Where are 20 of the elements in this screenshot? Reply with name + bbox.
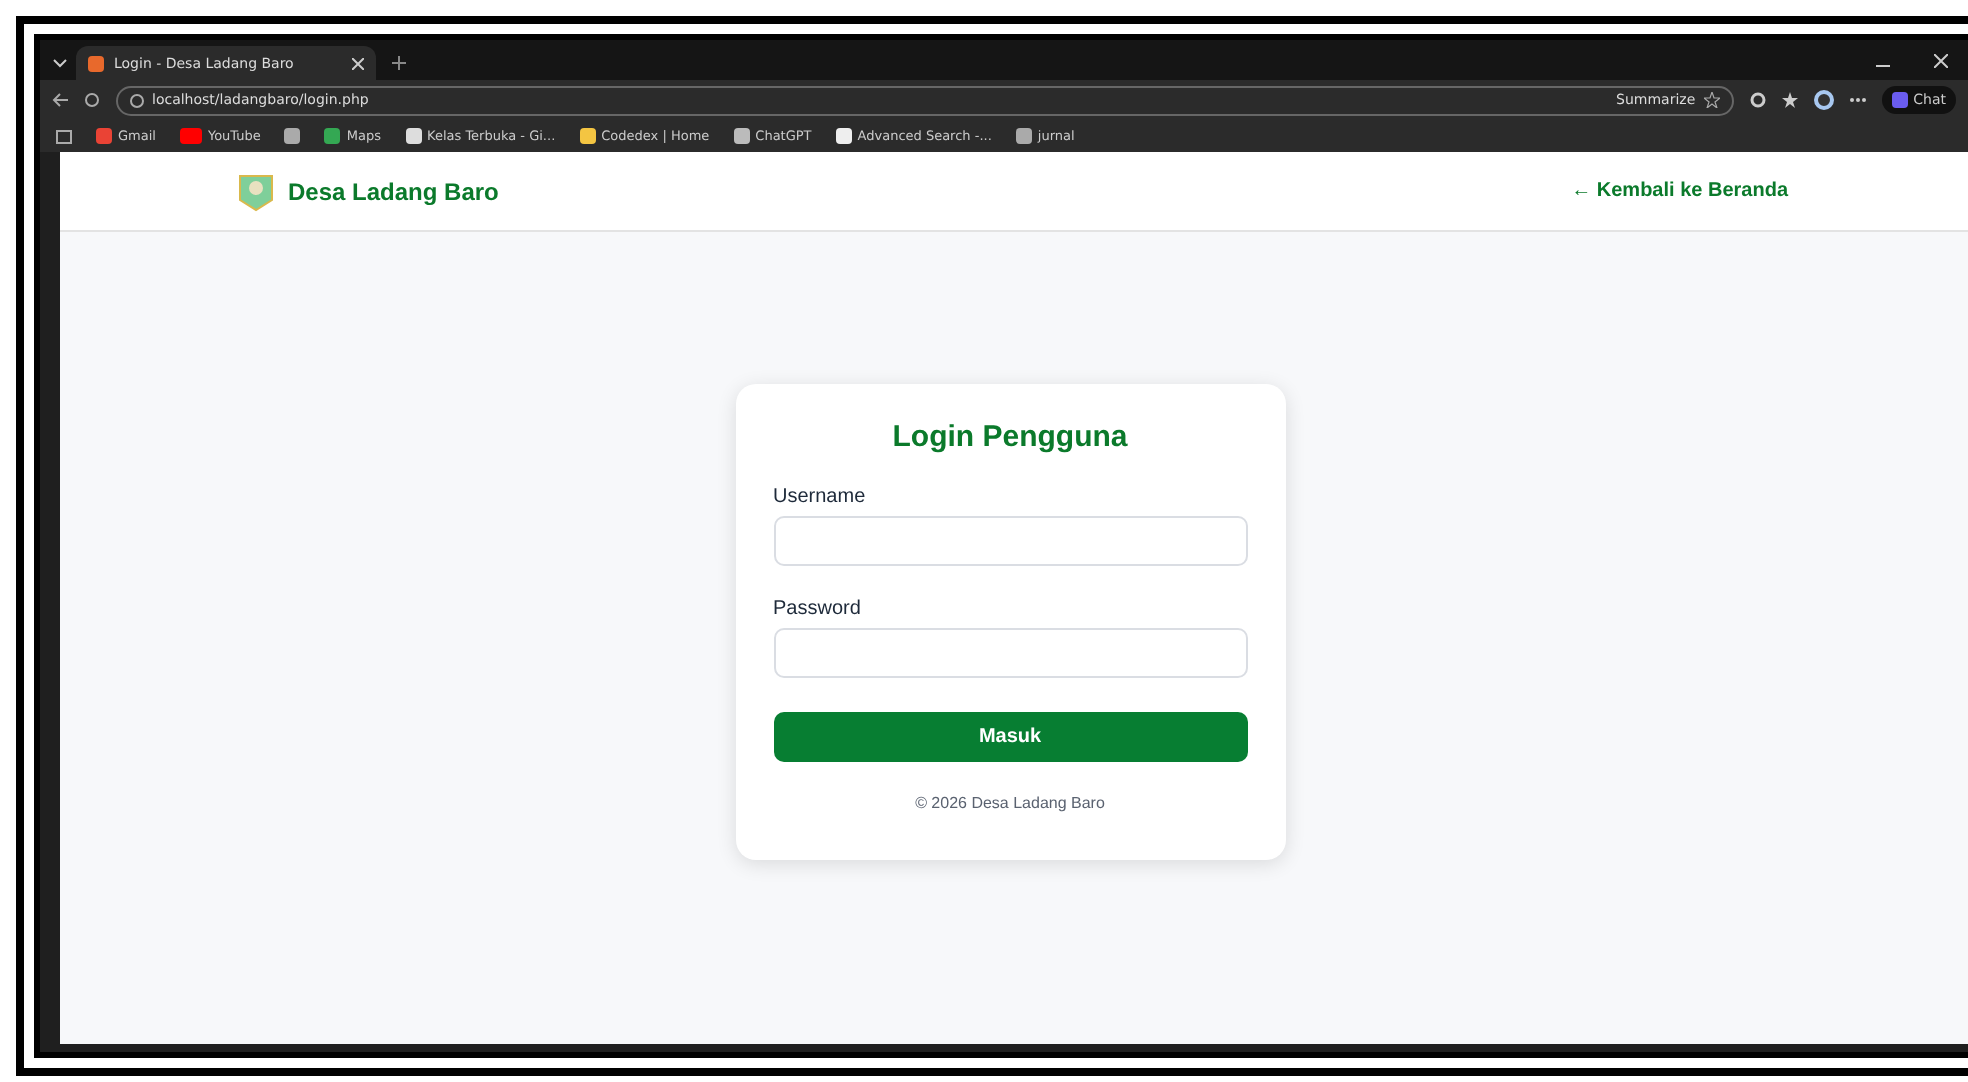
field-label: Password bbox=[773, 598, 863, 620]
plus-icon[interactable] bbox=[392, 56, 406, 70]
village-logo-icon bbox=[236, 171, 276, 211]
input-field[interactable] bbox=[773, 628, 1247, 678]
input-field[interactable] bbox=[773, 516, 1247, 566]
back-arrow-icon[interactable] bbox=[52, 92, 68, 108]
site-brand: Desa Ladang Baro bbox=[288, 177, 499, 205]
favorites-icon[interactable] bbox=[1781, 92, 1798, 108]
copyright-text: © 2026 Desa Ladang Baro bbox=[913, 794, 1107, 812]
field-label: Username bbox=[773, 486, 868, 508]
bookmark[interactable] bbox=[284, 128, 301, 144]
back-home-link[interactable]: ← Kembali ke Beranda bbox=[1571, 180, 1788, 202]
star-icon[interactable] bbox=[1703, 92, 1720, 108]
close-icon[interactable] bbox=[1934, 54, 1948, 68]
login-title: Login Pengguna bbox=[890, 420, 1130, 454]
chevron-icon[interactable] bbox=[52, 54, 68, 70]
close-icon[interactable] bbox=[352, 57, 364, 69]
login-button[interactable]: Masuk bbox=[773, 712, 1247, 762]
favicon-icon bbox=[88, 55, 104, 71]
sidebar-icon[interactable] bbox=[56, 129, 72, 143]
